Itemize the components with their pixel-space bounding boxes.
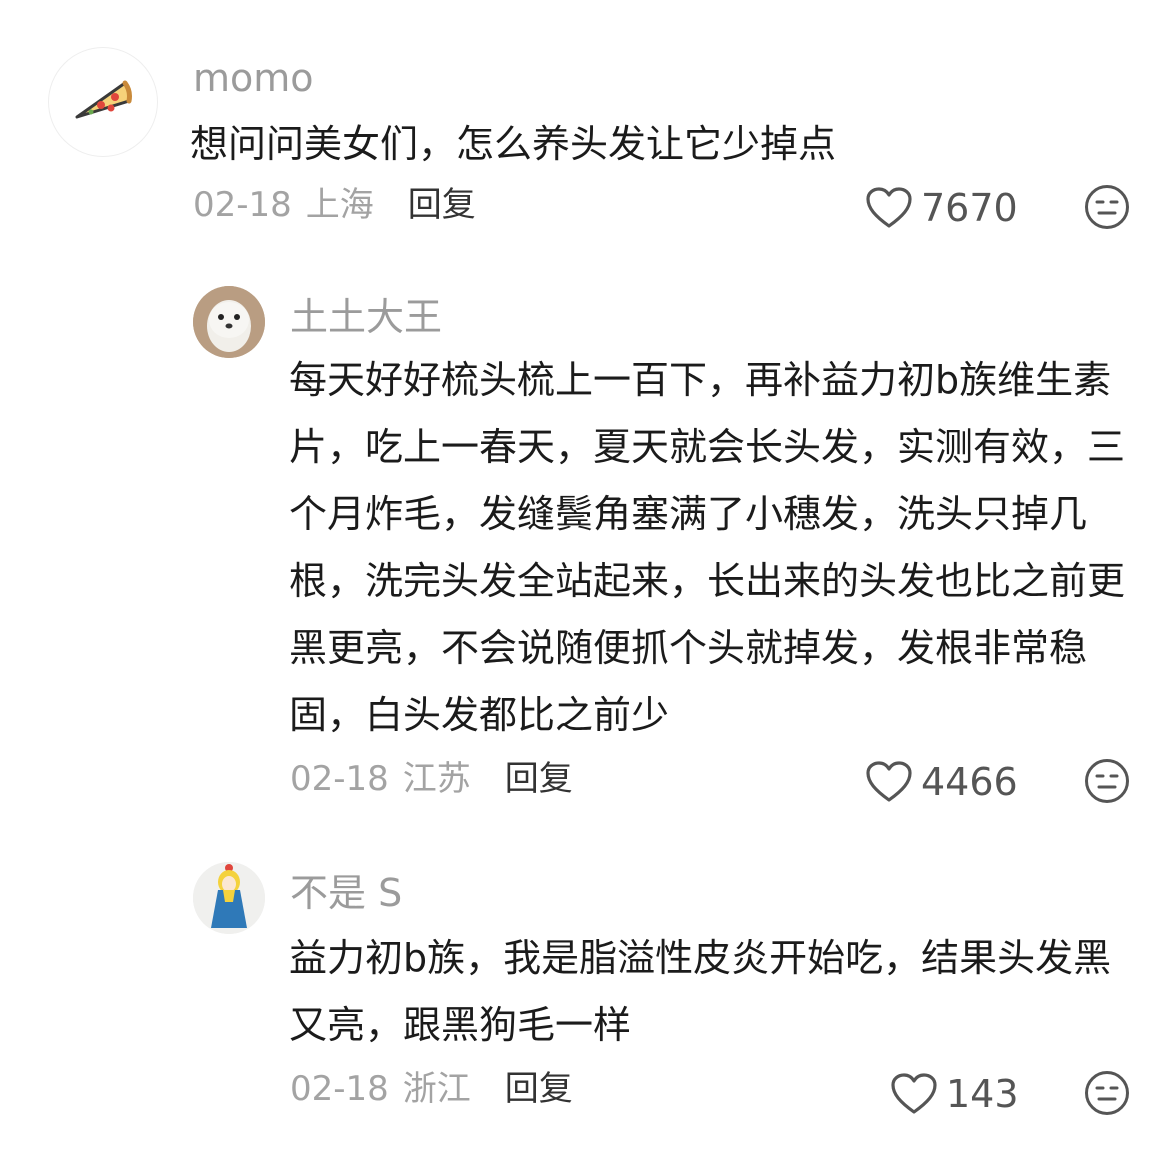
comment-text: 想问问美女们，怎么养头发让它少掉点	[190, 122, 837, 166]
comment-location: 浙江	[402, 1069, 471, 1109]
comment-text: 益力初b族，我是脂溢性皮炎开始吃，结果头发黑又亮，跟黑狗毛一样	[289, 936, 1112, 1047]
comment-location: 上海	[305, 185, 374, 225]
comment-date: 02-18	[290, 1069, 389, 1109]
like-count: 7670	[921, 186, 1018, 230]
comment-username[interactable]: 土土大王	[290, 298, 442, 336]
pizza-icon	[75, 80, 132, 119]
seal-icon	[193, 286, 265, 358]
heart-icon	[866, 187, 912, 228]
comment-username[interactable]: 不是 S	[290, 874, 402, 912]
avatar[interactable]	[48, 47, 158, 157]
like-button[interactable]: 7670	[865, 186, 1018, 230]
like-count: 143	[946, 1072, 1019, 1116]
meh-face-icon[interactable]	[1084, 758, 1130, 804]
comment-text: 每天好好梳头梳上一百下，再补益力初b族维生素片，吃上一春天，夏天就会长头发，实测…	[289, 358, 1126, 737]
reply-button[interactable]: 回复	[505, 762, 573, 796]
like-button[interactable]: 143	[890, 1072, 1019, 1116]
comment-date: 02-18	[193, 185, 292, 225]
comment-date: 02-18	[290, 759, 389, 799]
avatar[interactable]	[193, 286, 265, 358]
comment-location: 江苏	[402, 759, 471, 799]
girl-drawing-icon	[193, 862, 265, 934]
meh-face-icon[interactable]	[1084, 184, 1130, 230]
heart-icon	[866, 761, 912, 802]
like-count: 4466	[921, 760, 1018, 804]
reply-button[interactable]: 回复	[408, 188, 476, 222]
comment-username[interactable]: momo	[193, 59, 314, 97]
heart-icon	[891, 1073, 937, 1114]
meh-face-icon[interactable]	[1084, 1070, 1130, 1116]
reply-button[interactable]: 回复	[505, 1072, 573, 1106]
avatar[interactable]	[193, 862, 265, 934]
like-button[interactable]: 4466	[865, 760, 1018, 804]
